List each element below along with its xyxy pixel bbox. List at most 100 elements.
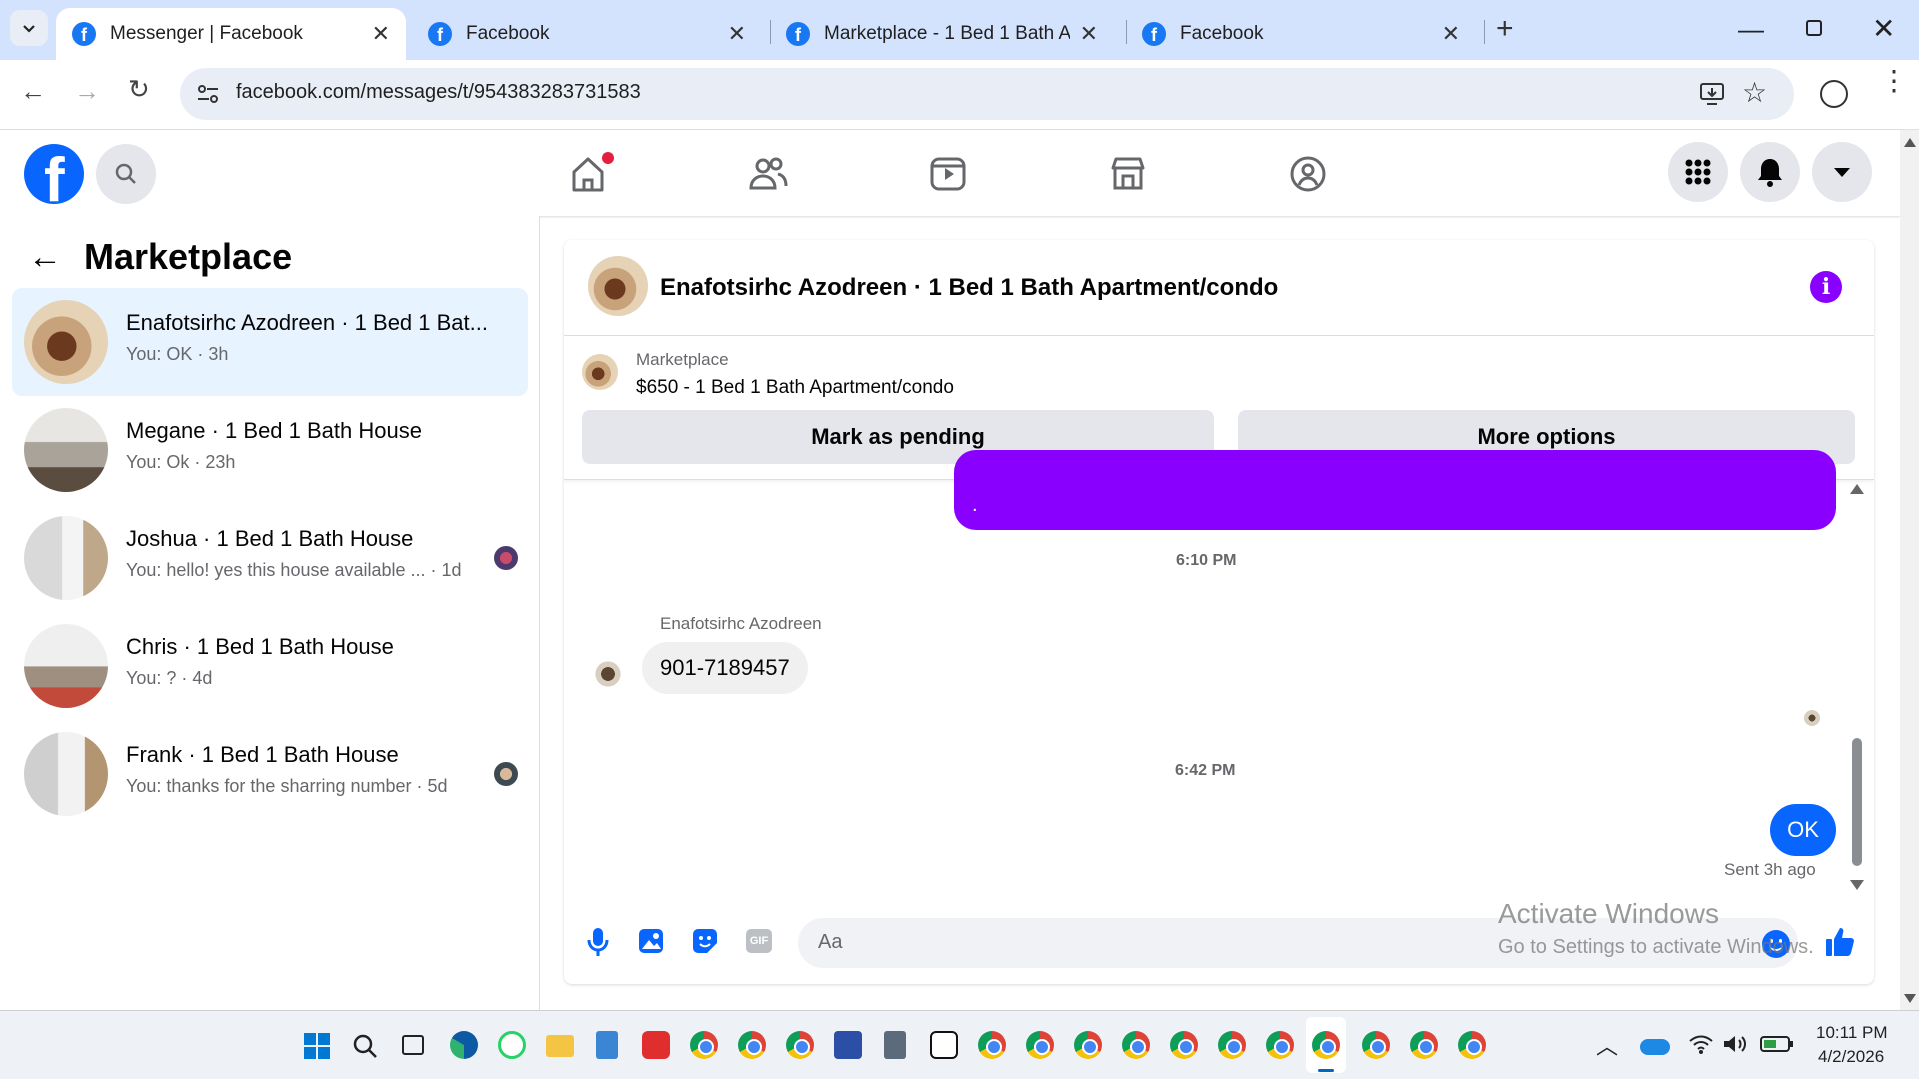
menu-kebab-icon[interactable]: ⋮ <box>1880 67 1908 95</box>
tab-marketplace[interactable]: f Marketplace - 1 Bed 1 Bath Apa ✕ <box>770 8 1114 60</box>
nav-friends[interactable] <box>748 154 788 199</box>
search-button[interactable] <box>96 144 156 204</box>
page-scrollbar[interactable] <box>1900 130 1919 1010</box>
chrome-icon[interactable] <box>786 1031 814 1059</box>
new-tab-button[interactable]: + <box>1496 12 1514 46</box>
chrome-icon[interactable] <box>1122 1031 1150 1059</box>
message-input-placeholder: Aa <box>818 931 843 953</box>
forward-button[interactable]: → <box>74 76 100 107</box>
wps-icon[interactable] <box>642 1031 670 1059</box>
outgoing-message-bubble[interactable]: . <box>954 450 1836 530</box>
info-button[interactable]: i <box>1810 271 1842 303</box>
tab-messenger[interactable]: f Messenger | Facebook ✕ <box>56 8 406 60</box>
sender-avatar[interactable] <box>592 658 624 690</box>
conversation-preview: You: hello! yes this house available ...… <box>126 560 462 580</box>
conversation-list-panel: ← Marketplace Enafotsirhc Azodreen · 1 B… <box>0 216 540 1010</box>
chevron-down-icon <box>23 25 35 33</box>
nav-marketplace[interactable] <box>1108 154 1148 199</box>
chrome-icon[interactable] <box>978 1031 1006 1059</box>
notepad-icon[interactable] <box>596 1031 618 1059</box>
conversation-name: Frank · 1 Bed 1 Bath House <box>126 742 399 767</box>
conversation-item[interactable]: Megane · 1 Bed 1 Bath House You: Ok · 23… <box>12 396 528 504</box>
capcut-icon[interactable] <box>930 1031 958 1059</box>
listing-title[interactable]: $650 - 1 Bed 1 Bath Apartment/condo <box>636 377 954 399</box>
onedrive-icon[interactable] <box>1640 1039 1670 1055</box>
wifi-icon[interactable] <box>1688 1033 1714 1055</box>
conversation-item[interactable]: Chris · 1 Bed 1 Bath House You: ? · 4d <box>12 612 528 720</box>
bookmark-star-icon[interactable]: ☆ <box>1742 76 1767 109</box>
chrome-icon[interactable] <box>1218 1031 1246 1059</box>
clock-time[interactable]: 10:11 PM <box>1816 1023 1888 1043</box>
conversation-preview: You: thanks for the sharring number · 5d <box>126 776 448 796</box>
incoming-message-bubble[interactable]: 901-7189457 <box>642 642 808 694</box>
close-tab-icon[interactable]: ✕ <box>372 21 390 47</box>
chrome-icon[interactable] <box>1458 1031 1486 1059</box>
facebook-logo-icon[interactable]: f <box>24 144 84 204</box>
close-tab-icon[interactable]: ✕ <box>1442 21 1460 47</box>
search-icon[interactable] <box>352 1033 378 1059</box>
close-tab-icon[interactable]: ✕ <box>1080 21 1098 47</box>
minimize-button[interactable]: — <box>1738 14 1764 45</box>
nav-video[interactable] <box>928 154 968 199</box>
file-explorer-icon[interactable] <box>546 1035 574 1057</box>
gif-icon[interactable]: GIF <box>746 929 772 953</box>
notifications-button[interactable] <box>1740 142 1800 202</box>
windows-start-icon[interactable] <box>304 1033 330 1059</box>
profile-icon[interactable] <box>1820 80 1848 108</box>
browser-tab-strip: f Messenger | Facebook ✕ f Facebook ✕ f … <box>0 0 1919 60</box>
clock-date[interactable]: 4/2/2026 <box>1818 1047 1884 1067</box>
chrome-icon[interactable] <box>738 1031 766 1059</box>
photo-icon[interactable] <box>638 928 664 954</box>
install-app-icon[interactable] <box>1698 80 1726 108</box>
chrome-icon[interactable] <box>1170 1031 1198 1059</box>
account-button[interactable] <box>1812 142 1872 202</box>
close-window-button[interactable]: ✕ <box>1872 12 1895 45</box>
sticker-icon[interactable] <box>692 928 718 954</box>
battery-icon[interactable] <box>1760 1035 1794 1053</box>
site-info-icon[interactable] <box>196 82 220 106</box>
app-icon[interactable] <box>834 1031 862 1059</box>
chrome-icon[interactable] <box>1074 1031 1102 1059</box>
volume-icon[interactable] <box>1722 1033 1748 1055</box>
conversation-preview: You: ? · 4d <box>126 668 213 688</box>
conversation-preview: You: OK · 3h <box>126 344 229 364</box>
menu-button[interactable] <box>1668 142 1728 202</box>
scrollbar-thumb[interactable] <box>1852 738 1862 866</box>
chrome-icon[interactable] <box>1266 1031 1294 1059</box>
chrome-icon[interactable] <box>690 1031 718 1059</box>
calculator-icon[interactable] <box>884 1031 906 1059</box>
tab-title: Facebook <box>466 23 550 44</box>
task-view-icon[interactable] <box>402 1035 424 1055</box>
outgoing-message-bubble[interactable]: OK <box>1770 804 1836 856</box>
restore-button[interactable] <box>1806 20 1822 36</box>
chat-title[interactable]: Enafotsirhc Azodreen · 1 Bed 1 Bath Apar… <box>660 274 1278 302</box>
friends-icon <box>749 157 788 190</box>
microphone-icon[interactable] <box>586 926 610 958</box>
scroll-up-arrow[interactable] <box>1850 484 1864 494</box>
chrome-icon[interactable] <box>1312 1031 1340 1059</box>
info-icon: i <box>1821 274 1831 300</box>
nav-groups[interactable] <box>1288 154 1328 199</box>
chrome-icon[interactable] <box>1362 1031 1390 1059</box>
tab-search-button[interactable] <box>10 10 48 46</box>
conversation-item[interactable]: Enafotsirhc Azodreen · 1 Bed 1 Bat... Yo… <box>12 288 528 396</box>
chrome-icon[interactable] <box>1410 1031 1438 1059</box>
conversation-item[interactable]: Frank · 1 Bed 1 Bath House You: thanks f… <box>12 720 528 828</box>
chat-avatar[interactable] <box>588 256 648 316</box>
nav-home[interactable] <box>568 152 614 199</box>
tray-chevron-up-icon[interactable]: ︿ <box>1596 1029 1618 1061</box>
close-tab-icon[interactable]: ✕ <box>728 21 746 47</box>
tab-facebook-2[interactable]: f Facebook ✕ <box>1126 8 1476 60</box>
tab-facebook-1[interactable]: f Facebook ✕ <box>412 8 762 60</box>
tab-title: Messenger | Facebook <box>110 23 303 44</box>
address-bar[interactable]: facebook.com/messages/t/954383283731583 … <box>180 68 1794 120</box>
scroll-down-arrow[interactable] <box>1850 880 1864 890</box>
edge-icon[interactable] <box>450 1031 478 1059</box>
conversation-item[interactable]: Joshua · 1 Bed 1 Bath House You: hello! … <box>12 504 528 612</box>
back-arrow-icon[interactable]: ← <box>28 238 62 277</box>
listing-thumbnail[interactable] <box>582 354 618 390</box>
chrome-icon[interactable] <box>1026 1031 1054 1059</box>
reload-button[interactable]: ↻ <box>128 74 150 105</box>
back-button[interactable]: ← <box>20 76 46 107</box>
whatsapp-icon[interactable] <box>498 1031 526 1059</box>
